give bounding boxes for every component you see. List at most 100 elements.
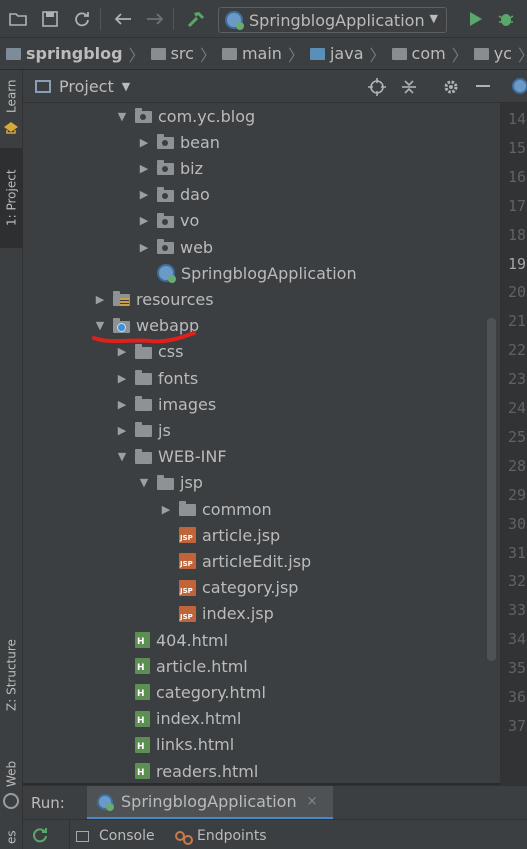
tree-item[interactable]: index.jsp bbox=[23, 601, 500, 627]
line-number: 22 bbox=[508, 341, 527, 360]
tree-item[interactable]: category.html bbox=[23, 679, 500, 705]
collapse-all-icon[interactable] bbox=[398, 76, 420, 98]
close-icon[interactable]: × bbox=[307, 794, 318, 809]
tree-item[interactable]: articleEdit.jsp bbox=[23, 548, 500, 574]
tree-item[interactable]: ▼ com.yc.blog bbox=[23, 103, 500, 129]
learn-tool-tab[interactable]: Learn bbox=[0, 74, 23, 118]
folder-icon bbox=[179, 501, 196, 516]
tree-item[interactable]: ▼ jsp bbox=[23, 470, 500, 496]
locate-target-icon[interactable] bbox=[366, 76, 388, 98]
structure-tool-tab[interactable]: Z: Structure bbox=[0, 630, 23, 720]
breadcrumb-label: yc bbox=[493, 44, 512, 63]
run-play-icon[interactable] bbox=[462, 5, 490, 33]
tree-item[interactable]: category.jsp bbox=[23, 575, 500, 601]
source-folder-icon bbox=[309, 47, 325, 60]
html-file-icon bbox=[135, 736, 150, 753]
tree-item[interactable]: ▼ WEB-INF bbox=[23, 444, 500, 470]
tree-item-label: SpringblogApplication bbox=[181, 263, 357, 283]
tree-item[interactable]: SpringblogApplication bbox=[23, 260, 500, 286]
favorites-tool-tab[interactable]: es bbox=[0, 826, 23, 848]
hide-panel-icon[interactable] bbox=[472, 76, 494, 98]
package-icon bbox=[157, 239, 174, 254]
project-folder-icon bbox=[6, 47, 21, 60]
tree-item[interactable]: index.html bbox=[23, 706, 500, 732]
tree-item[interactable]: ▶ js bbox=[23, 417, 500, 443]
expand-arrow-right-icon[interactable]: ▶ bbox=[137, 214, 151, 227]
expand-arrow-right-icon[interactable]: ▶ bbox=[137, 162, 151, 175]
tree-scrollbar[interactable] bbox=[487, 318, 496, 661]
breadcrumb-item-com[interactable]: com bbox=[391, 44, 446, 63]
expand-arrow-right-icon[interactable]: ▶ bbox=[115, 398, 129, 411]
endpoints-tab[interactable]: Endpoints bbox=[175, 828, 267, 845]
expand-arrow-right-icon[interactable]: ▶ bbox=[159, 503, 173, 516]
tree-item[interactable]: article.jsp bbox=[23, 522, 500, 548]
project-window-icon bbox=[35, 79, 51, 93]
expand-arrow-right-icon[interactable]: ▶ bbox=[137, 241, 151, 254]
tree-item[interactable]: 404.html bbox=[23, 627, 500, 653]
tree-item[interactable]: article.html bbox=[23, 653, 500, 679]
editor-tab[interactable] bbox=[500, 70, 527, 103]
expand-arrow-right-icon[interactable]: ▶ bbox=[93, 293, 107, 306]
breadcrumb-label: src bbox=[170, 44, 194, 63]
chevron-down-icon[interactable]: ▼ bbox=[122, 80, 130, 93]
rerun-icon[interactable] bbox=[31, 826, 49, 848]
tree-item-label: WEB-INF bbox=[158, 447, 227, 467]
tree-item-label: readers.html bbox=[156, 761, 259, 781]
expand-arrow-right-icon[interactable]: ▶ bbox=[115, 372, 129, 385]
breadcrumb-item-springblog[interactable]: springblog bbox=[6, 44, 123, 63]
save-all-icon[interactable] bbox=[36, 5, 64, 33]
web-tool-tab[interactable]: Web bbox=[0, 756, 23, 792]
expand-arrow-right-icon[interactable]: ▶ bbox=[115, 424, 129, 437]
red-underline-annotation bbox=[92, 331, 196, 344]
tree-item-label: resources bbox=[136, 289, 214, 309]
tree-item[interactable]: ▶ dao bbox=[23, 182, 500, 208]
left-tool-stripe: Learn 1: Project Z: Structure Web es bbox=[0, 70, 23, 849]
tree-item[interactable]: ▶ images bbox=[23, 391, 500, 417]
breadcrumb-item-yc[interactable]: yc bbox=[473, 44, 512, 63]
build-hammer-icon[interactable] bbox=[182, 5, 210, 33]
run-tab-springblog[interactable]: SpringblogApplication × bbox=[87, 786, 333, 820]
project-tool-tab[interactable]: 1: Project bbox=[0, 148, 23, 248]
tree-item[interactable]: ▶ bean bbox=[23, 129, 500, 155]
breadcrumb-separator-icon: 〉 bbox=[199, 45, 216, 65]
toolbar-divider bbox=[100, 7, 101, 30]
tree-item[interactable]: ▶ fonts bbox=[23, 365, 500, 391]
package-icon bbox=[157, 186, 174, 202]
tree-item-label: images bbox=[158, 394, 217, 414]
tree-item[interactable]: ▶ resources bbox=[23, 286, 500, 312]
sync-icon[interactable] bbox=[68, 5, 96, 33]
expand-arrow-right-icon[interactable]: ▶ bbox=[137, 136, 151, 149]
expand-arrow-right-icon[interactable]: ▶ bbox=[137, 188, 151, 201]
gear-icon[interactable] bbox=[440, 76, 462, 98]
run-configuration-selector[interactable]: SpringblogApplication ▼ bbox=[218, 7, 447, 33]
breadcrumb-item-main[interactable]: main bbox=[221, 44, 282, 63]
tree-item-label: 404.html bbox=[156, 630, 229, 650]
html-file-icon bbox=[135, 684, 150, 701]
tree-item[interactable]: readers.html bbox=[23, 758, 500, 783]
tree-item[interactable]: ▶ vo bbox=[23, 208, 500, 234]
tree-item-label: vo bbox=[180, 211, 200, 231]
breadcrumb-item-java[interactable]: java bbox=[309, 44, 364, 63]
console-icon bbox=[76, 830, 89, 842]
tree-item[interactable]: links.html bbox=[23, 732, 500, 758]
tree-item[interactable]: ▶ biz bbox=[23, 155, 500, 181]
back-arrow-icon[interactable] bbox=[109, 5, 137, 33]
resources-folder-icon bbox=[113, 291, 130, 307]
tree-item[interactable]: ▶ common bbox=[23, 496, 500, 522]
expand-arrow-down-icon[interactable]: ▼ bbox=[137, 476, 151, 489]
package-icon bbox=[135, 108, 152, 123]
tree-item[interactable]: ▶ web bbox=[23, 234, 500, 260]
project-panel-title[interactable]: Project bbox=[59, 77, 114, 96]
expand-arrow-down-icon[interactable]: ▼ bbox=[115, 450, 129, 463]
folder-icon bbox=[135, 370, 152, 385]
html-file-icon bbox=[135, 763, 150, 779]
breadcrumb-item-src[interactable]: src bbox=[150, 44, 194, 63]
jsp-file-icon bbox=[179, 527, 196, 544]
open-folder-icon[interactable] bbox=[4, 5, 32, 33]
console-tab[interactable]: Console bbox=[76, 828, 155, 844]
expand-arrow-down-icon[interactable]: ▼ bbox=[115, 110, 129, 123]
debug-bug-icon[interactable] bbox=[492, 5, 520, 33]
jsp-file-icon bbox=[179, 579, 196, 596]
forward-arrow-icon[interactable] bbox=[141, 5, 169, 33]
tree-item-label: js bbox=[158, 420, 171, 440]
